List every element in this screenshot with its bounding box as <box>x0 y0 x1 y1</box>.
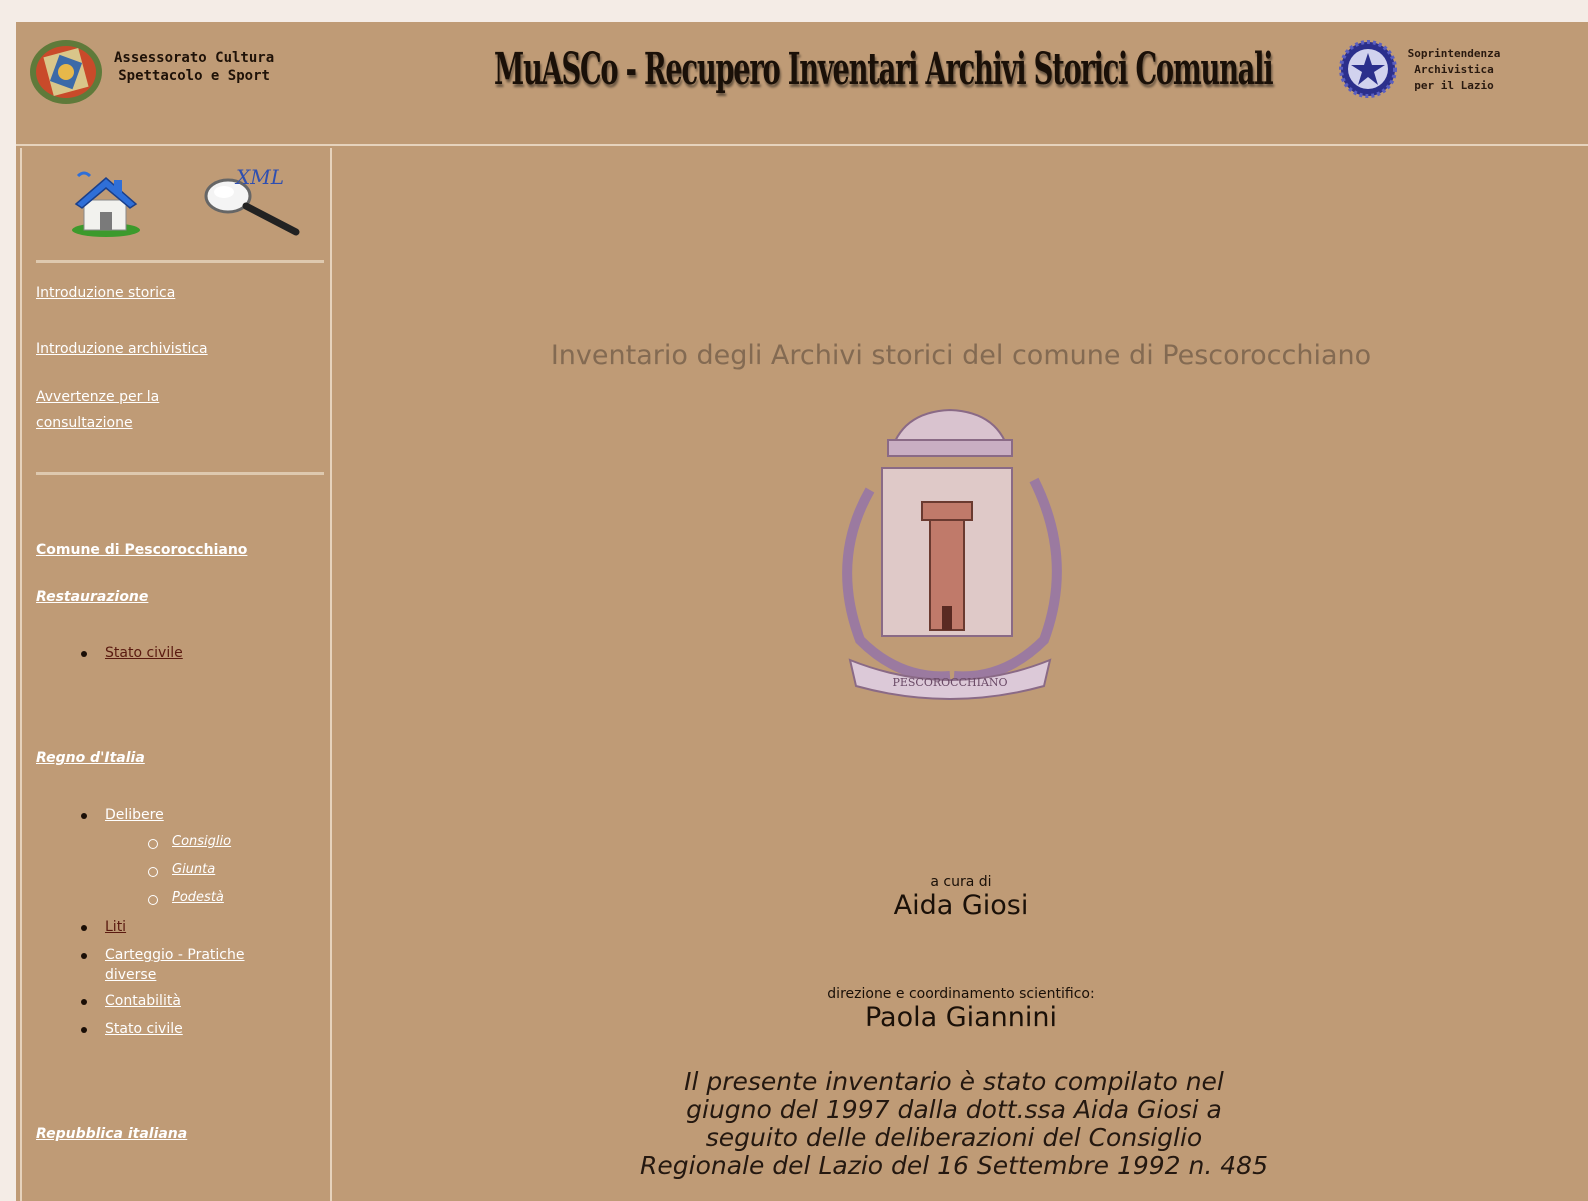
sidebar-link-comune[interactable]: Comune di Pescorocchiano <box>36 542 247 558</box>
site-banner: MuASCo - Recupero Inventari Archivi Stor… <box>494 40 1274 102</box>
header: Assessorato Cultura Spettacolo e Sport M… <box>16 22 1588 146</box>
bullet-ring <box>148 867 158 877</box>
assessorato-label: Assessorato Cultura Spettacolo e Sport <box>114 49 274 85</box>
bullet-ring <box>148 895 158 905</box>
sidebar-link-introduzione-archivistica[interactable]: Introduzione archivistica <box>36 336 208 362</box>
sidebar-section-regno[interactable]: Regno d'Italia <box>36 750 145 766</box>
soprintendenza-line-2: Archivistica <box>1414 63 1494 76</box>
assessorato-line-2: Spettacolo e Sport <box>118 68 270 84</box>
soprintendenza-line-1: Soprintendenza <box>1407 47 1501 60</box>
curated-by-label: a cura di <box>930 874 992 890</box>
assessorato-line-1: Assessorato Cultura <box>114 50 275 66</box>
sidebar-section-repubblica[interactable]: Repubblica italiana <box>36 1126 187 1142</box>
curator-name: Aida Giosi <box>893 890 1029 921</box>
note-line: giugno del 1997 dalla dott.ssa Aida Gios… <box>686 1095 1222 1124</box>
main-content: Inventario degli Archivi storici del com… <box>334 148 1588 1201</box>
bullet-dot <box>81 953 87 959</box>
bullet-dot <box>81 813 87 819</box>
sidebar-divider <box>36 260 324 263</box>
sidebar-link-contabilita[interactable]: Contabilità <box>105 991 181 1011</box>
sidebar: XML Introduzione storica Introduzione ar… <box>20 148 332 1201</box>
sidebar-link-podesta[interactable]: Podestà <box>172 890 224 905</box>
sidebar-link-carteggio[interactable]: Carteggio - Pratiche <box>105 945 245 965</box>
page-title: Inventario degli Archivi storici del com… <box>550 340 1372 371</box>
note-line: Il presente inventario è stato compilato… <box>684 1067 1224 1096</box>
bullet-dot <box>81 925 87 931</box>
sidebar-link-regno-stato-civile[interactable]: Stato civile <box>105 1019 183 1039</box>
sidebar-link-carteggio-cont[interactable]: diverse <box>105 965 156 985</box>
note-line: seguito delle deliberazioni del Consigli… <box>705 1123 1203 1152</box>
bullet-dot <box>81 1027 87 1033</box>
sidebar-link-avvertenze-cont[interactable]: consultazione <box>36 410 133 436</box>
bullet-dot <box>81 651 87 657</box>
sidebar-link-introduzione-storica[interactable]: Introduzione storica <box>36 280 175 306</box>
sidebar-link-consiglio[interactable]: Consiglio <box>172 834 231 849</box>
director-name: Paola Giannini <box>864 1002 1058 1033</box>
regione-lazio-emblem-icon[interactable] <box>28 38 104 106</box>
soprintendenza-label: Soprintendenza Archivistica per il Lazio <box>1398 46 1510 94</box>
note-line: Regionale del Lazio del 16 Settembre 199… <box>640 1151 1268 1180</box>
inventory-note: Il presente inventario è stato compilato… <box>584 1068 1324 1180</box>
xml-magnifier-icon[interactable]: XML <box>200 162 304 240</box>
soprintendenza-line-3: per il Lazio <box>1414 79 1494 92</box>
bullet-ring <box>148 839 158 849</box>
bullet-dot <box>81 999 87 1005</box>
direction-label: direzione e coordinamento scientifico: <box>827 986 1095 1002</box>
sidebar-divider <box>36 472 324 475</box>
xml-label: XML <box>234 165 284 189</box>
sidebar-link-avvertenze[interactable]: Avvertenze per la <box>36 384 159 410</box>
sidebar-section-restaurazione[interactable]: Restaurazione <box>36 589 148 605</box>
crest-label: PESCOROCCHIANO <box>892 676 1007 689</box>
italian-republic-emblem-icon[interactable] <box>1338 34 1398 104</box>
home-icon[interactable] <box>70 170 142 238</box>
banner-title: MuASCo - Recupero Inventari Archivi Stor… <box>494 44 1274 95</box>
sidebar-link-restaurazione-stato-civile[interactable]: Stato civile <box>105 643 183 663</box>
pescorocchiano-coat-of-arms: PESCOROCCHIANO <box>842 408 1062 700</box>
sidebar-link-giunta[interactable]: Giunta <box>172 862 215 877</box>
sidebar-link-delibere[interactable]: Delibere <box>105 805 164 825</box>
sidebar-link-liti[interactable]: Liti <box>105 917 126 937</box>
page-frame: Assessorato Cultura Spettacolo e Sport M… <box>16 22 1588 1201</box>
